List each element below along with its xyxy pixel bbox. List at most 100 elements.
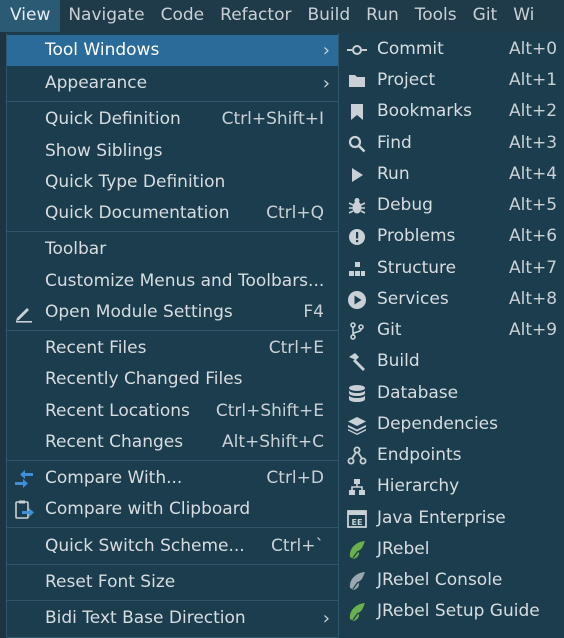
submenu-item-jrebel[interactable]: JRebel — [339, 534, 564, 565]
endpoints-icon — [346, 445, 368, 467]
menu-item-compare-clipboard[interactable]: Compare with Clipboard — [7, 494, 338, 525]
dependencies-icon — [346, 414, 368, 436]
separator — [7, 527, 338, 528]
submenu-arrow-icon: › — [322, 608, 330, 629]
submenu-item-label: JRebel Console — [377, 570, 503, 590]
submenu-arrow-icon: › — [322, 73, 330, 94]
menu-view[interactable]: View — [0, 0, 61, 32]
menu-item-quick-definition[interactable]: Quick Definition Ctrl+Shift+I — [7, 104, 338, 135]
menu-item-label: Recent Files — [45, 338, 147, 358]
compare-clipboard-icon — [13, 499, 35, 521]
bug-icon — [346, 195, 368, 217]
submenu-item-label: Debug — [377, 195, 433, 215]
menu-item-recent-files[interactable]: Recent Files Ctrl+E — [7, 333, 338, 364]
menu-item-label: Open Module Settings — [45, 302, 233, 322]
shortcut: Alt+6 — [509, 226, 558, 246]
menu-item-label: Compare With... — [45, 468, 183, 488]
submenu-item-structure[interactable]: Structure Alt+7 — [339, 253, 564, 284]
submenu-item-label: Structure — [377, 258, 457, 278]
submenu-item-label: Find — [377, 133, 412, 153]
submenu-item-run[interactable]: Run Alt+4 — [339, 159, 564, 190]
services-icon — [346, 289, 368, 311]
menu-code[interactable]: Code — [153, 0, 213, 32]
shortcut: Alt+3 — [509, 133, 558, 153]
run-icon — [346, 164, 368, 186]
submenu-item-bookmarks[interactable]: Bookmarks Alt+2 — [339, 96, 564, 127]
submenu-item-commit[interactable]: Commit Alt+0 — [339, 34, 564, 65]
shortcut: Ctrl+Shift+I — [221, 109, 324, 129]
menu-item-bidi-direction[interactable]: Bidi Text Base Direction › — [7, 603, 338, 634]
submenu-item-find[interactable]: Find Alt+3 — [339, 128, 564, 159]
jrebel-setup-icon — [346, 601, 368, 623]
submenu-item-problems[interactable]: Problems Alt+6 — [339, 221, 564, 252]
menu-item-compare-with[interactable]: Compare With... Ctrl+D — [7, 463, 338, 494]
menu-item-customize-menus[interactable]: Customize Menus and Toolbars... — [7, 266, 338, 297]
submenu-item-java-enterprise[interactable]: EE Java Enterprise — [339, 503, 564, 534]
submenu-item-jrebel-console[interactable]: JRebel Console — [339, 565, 564, 596]
submenu-item-label: Git — [377, 320, 402, 340]
submenu-item-label: Run — [377, 164, 410, 184]
submenu-item-label: Database — [377, 383, 459, 403]
separator — [7, 101, 338, 102]
menu-item-label: Quick Documentation — [45, 203, 230, 223]
menu-item-recent-changes[interactable]: Recent Changes Alt+Shift+C — [7, 427, 338, 458]
compare-icon — [13, 468, 35, 490]
menu-item-label: Quick Type Definition — [45, 172, 226, 192]
menu-item-appearance[interactable]: Appearance › — [7, 68, 338, 99]
submenu-item-label: Build — [377, 351, 420, 371]
submenu-item-dependencies[interactable]: Dependencies — [339, 409, 564, 440]
submenu-item-build[interactable]: Build — [339, 346, 564, 377]
separator — [7, 231, 338, 232]
submenu-item-hierarchy[interactable]: Hierarchy — [339, 471, 564, 502]
shortcut: Alt+1 — [509, 70, 558, 90]
submenu-item-label: Java Enterprise — [377, 508, 506, 528]
submenu-item-jrebel-setup-guide[interactable]: JRebel Setup Guide — [339, 596, 564, 627]
menu-item-quick-switch-scheme[interactable]: Quick Switch Scheme... Ctrl+` — [7, 531, 338, 562]
shortcut: Alt+2 — [509, 101, 558, 121]
menu-item-label: Recent Locations — [45, 401, 190, 421]
edit-icon — [13, 302, 35, 324]
menu-build[interactable]: Build — [299, 0, 358, 32]
menu-item-label: Appearance — [45, 73, 148, 93]
hammer-icon — [346, 351, 368, 373]
git-branch-icon — [346, 320, 368, 342]
menu-git[interactable]: Git — [465, 0, 506, 32]
search-icon — [346, 133, 368, 155]
submenu-arrow-icon: › — [322, 40, 330, 61]
shortcut: Alt+9 — [509, 320, 558, 340]
menu-item-show-siblings[interactable]: Show Siblings — [7, 136, 338, 167]
submenu-item-label: JRebel Setup Guide — [377, 601, 540, 621]
menu-item-label: Show Siblings — [45, 141, 163, 161]
submenu-item-database[interactable]: Database — [339, 378, 564, 409]
shortcut: Ctrl+Q — [266, 203, 324, 223]
menu-refactor[interactable]: Refactor — [212, 0, 299, 32]
submenu-item-debug[interactable]: Debug Alt+5 — [339, 190, 564, 221]
menu-item-tool-windows[interactable]: Tool Windows › — [7, 35, 338, 66]
submenu-item-label: Project — [377, 70, 436, 90]
menu-item-recent-locations[interactable]: Recent Locations Ctrl+Shift+E — [7, 396, 338, 427]
menu-navigate[interactable]: Navigate — [60, 0, 152, 32]
menubar: View Navigate Code Refactor Build Run To… — [0, 0, 564, 32]
menu-item-reset-font-size[interactable]: Reset Font Size — [7, 567, 338, 598]
menu-window[interactable]: Wi — [505, 0, 542, 32]
menu-item-quick-documentation[interactable]: Quick Documentation Ctrl+Q — [7, 198, 338, 229]
menu-item-toolbar[interactable]: Toolbar — [7, 234, 338, 265]
submenu-item-project[interactable]: Project Alt+1 — [339, 65, 564, 96]
shortcut: Alt+7 — [509, 258, 558, 278]
menu-item-recently-changed-files[interactable]: Recently Changed Files — [7, 364, 338, 395]
menu-item-label: Reset Font Size — [45, 572, 176, 592]
menu-item-open-module-settings[interactable]: Open Module Settings F4 — [7, 297, 338, 328]
submenu-item-git[interactable]: Git Alt+9 — [339, 315, 564, 346]
submenu-item-services[interactable]: Services Alt+8 — [339, 284, 564, 315]
menu-item-quick-type-definition[interactable]: Quick Type Definition — [7, 167, 338, 198]
shortcut: Alt+5 — [509, 195, 558, 215]
submenu-item-endpoints[interactable]: Endpoints — [339, 440, 564, 471]
separator — [7, 600, 338, 601]
menu-tools[interactable]: Tools — [407, 0, 465, 32]
separator — [7, 330, 338, 331]
submenu-item-label: Services — [377, 289, 449, 309]
bookmark-icon — [346, 101, 368, 123]
svg-text:EE: EE — [352, 518, 363, 527]
menu-run[interactable]: Run — [358, 0, 407, 32]
structure-icon — [346, 258, 368, 280]
